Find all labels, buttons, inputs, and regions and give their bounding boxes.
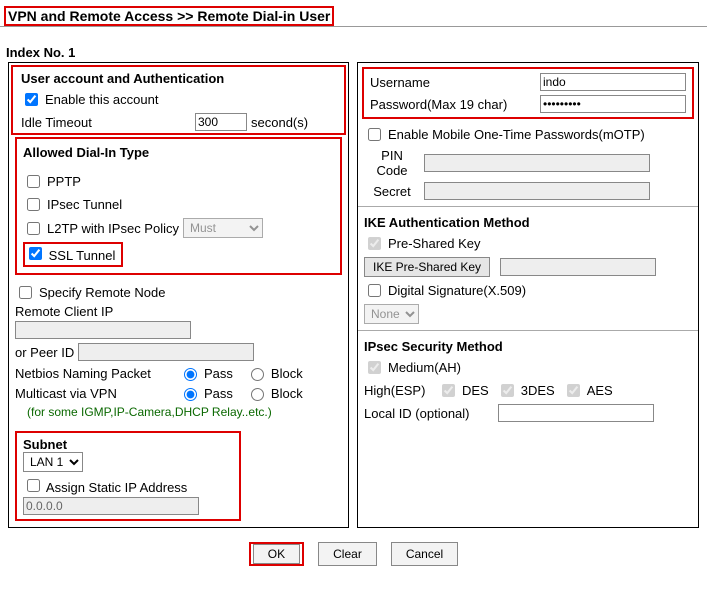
- digsig-label: Digital Signature(X.509): [388, 283, 526, 298]
- left-panel: User account and Authentication Enable t…: [8, 62, 349, 528]
- cancel-button[interactable]: Cancel: [391, 542, 458, 566]
- digsig-checkbox[interactable]: [368, 284, 381, 297]
- clear-button[interactable]: Clear: [318, 542, 377, 566]
- medium-label: Medium(AH): [388, 360, 461, 375]
- multicast-hint: (for some IGMP,IP-Camera,DHCP Relay..etc…: [9, 403, 348, 425]
- high-label: High(ESP): [364, 383, 434, 398]
- page-title: VPN and Remote Access >> Remote Dial-in …: [4, 6, 334, 26]
- ipsec-checkbox[interactable]: [27, 198, 40, 211]
- netbios-block-radio[interactable]: [251, 368, 264, 381]
- motp-label: Enable Mobile One-Time Passwords(mOTP): [388, 127, 645, 142]
- localid-label: Local ID (optional): [364, 406, 494, 421]
- ssl-checkbox[interactable]: [29, 247, 42, 260]
- psk-label: Pre-Shared Key: [388, 236, 481, 251]
- localid-input[interactable]: [498, 404, 654, 422]
- username-label: Username: [370, 75, 540, 90]
- remote-ip-label: Remote Client IP: [9, 304, 348, 319]
- pptp-label: PPTP: [47, 174, 81, 189]
- digsig-select[interactable]: None: [364, 304, 419, 324]
- subnet-select[interactable]: LAN 1: [23, 452, 83, 472]
- username-input[interactable]: [540, 73, 686, 91]
- multicast-block-radio[interactable]: [251, 388, 264, 401]
- static-ip-input[interactable]: [23, 497, 199, 515]
- specify-remote-checkbox[interactable]: [19, 286, 32, 299]
- ipsec-sec-heading: IPsec Security Method: [358, 335, 698, 356]
- 3des-label: 3DES: [521, 383, 555, 398]
- l2tp-checkbox[interactable]: [27, 222, 40, 235]
- multicast-label: Multicast via VPN: [15, 386, 175, 401]
- password-input[interactable]: [540, 95, 686, 113]
- ok-button[interactable]: OK: [253, 544, 300, 564]
- idle-timeout-unit: second(s): [251, 115, 308, 130]
- medium-checkbox[interactable]: [368, 361, 381, 374]
- 3des-checkbox[interactable]: [501, 384, 514, 397]
- ssl-label: SSL Tunnel: [49, 248, 116, 263]
- specify-remote-label: Specify Remote Node: [39, 285, 165, 300]
- enable-account-checkbox[interactable]: [25, 93, 38, 106]
- assign-static-label: Assign Static IP Address: [46, 480, 187, 495]
- subnet-heading: Subnet: [23, 437, 233, 452]
- enable-account-label: Enable this account: [45, 92, 158, 107]
- multicast-pass-label: Pass: [204, 386, 233, 401]
- netbios-label: Netbios Naming Packet: [15, 366, 175, 381]
- multicast-block-label: Block: [271, 386, 303, 401]
- idle-timeout-label: Idle Timeout: [21, 115, 191, 130]
- netbios-block-label: Block: [271, 366, 303, 381]
- password-label: Password(Max 19 char): [370, 97, 540, 112]
- des-checkbox[interactable]: [442, 384, 455, 397]
- remote-ip-input[interactable]: [15, 321, 191, 339]
- secret-input[interactable]: [424, 182, 650, 200]
- des-label: DES: [462, 383, 489, 398]
- pptp-checkbox[interactable]: [27, 175, 40, 188]
- ike-psk-input[interactable]: [500, 258, 656, 276]
- pin-label: PIN Code: [364, 148, 420, 178]
- netbios-pass-radio[interactable]: [184, 368, 197, 381]
- psk-checkbox[interactable]: [368, 237, 381, 250]
- index-number: Index No. 1: [0, 43, 707, 62]
- assign-static-checkbox[interactable]: [27, 479, 40, 492]
- aes-checkbox[interactable]: [567, 384, 580, 397]
- netbios-pass-label: Pass: [204, 366, 233, 381]
- secret-label: Secret: [364, 184, 420, 199]
- ike-heading: IKE Authentication Method: [358, 211, 698, 232]
- l2tp-policy-select[interactable]: Must: [183, 218, 263, 238]
- peer-id-label: or Peer ID: [15, 345, 74, 360]
- multicast-pass-radio[interactable]: [184, 388, 197, 401]
- aes-label: AES: [587, 383, 613, 398]
- ipsec-label: IPsec Tunnel: [47, 197, 122, 212]
- auth-heading: User account and Authentication: [15, 67, 342, 88]
- allowed-heading: Allowed Dial-In Type: [17, 141, 340, 162]
- l2tp-label: L2TP with IPsec Policy: [47, 221, 179, 236]
- ike-psk-button[interactable]: IKE Pre-Shared Key: [364, 257, 490, 277]
- pin-input[interactable]: [424, 154, 650, 172]
- motp-checkbox[interactable]: [368, 128, 381, 141]
- right-panel: Username Password(Max 19 char) Enable Mo…: [357, 62, 699, 528]
- idle-timeout-input[interactable]: [195, 113, 247, 131]
- peer-id-input[interactable]: [78, 343, 254, 361]
